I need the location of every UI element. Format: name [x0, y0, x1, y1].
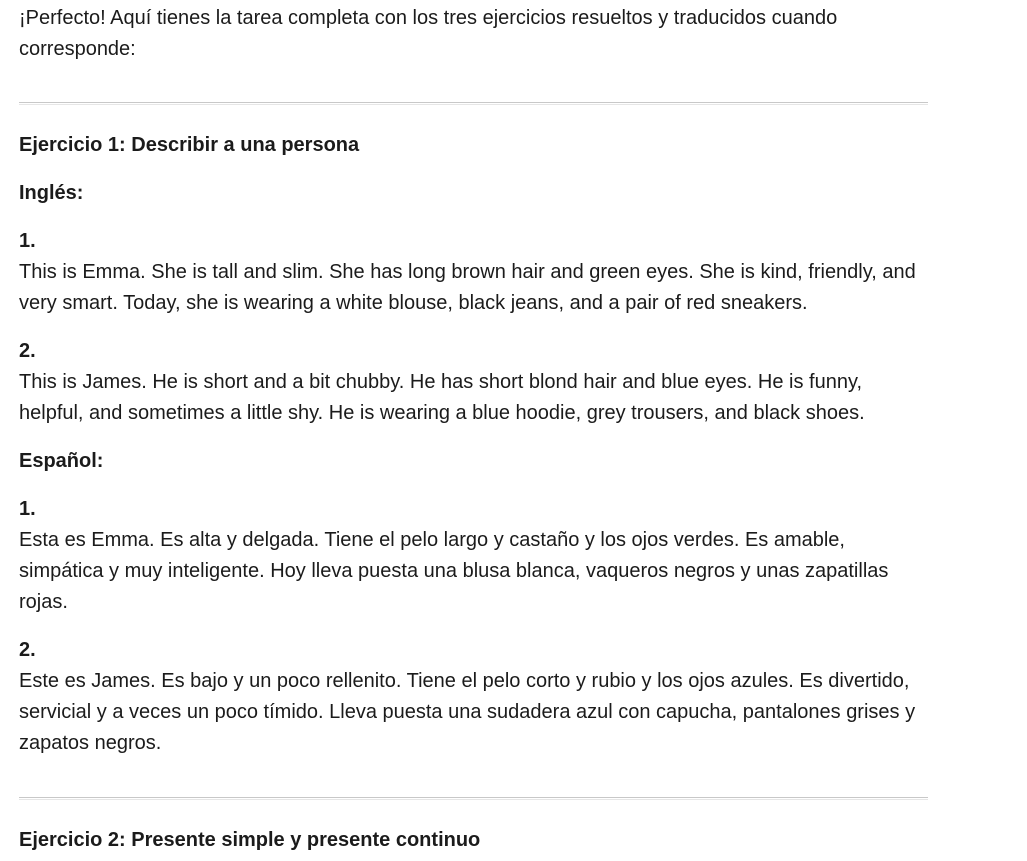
- section-divider: [19, 797, 928, 800]
- english-item-1: 1. This is Emma. She is tall and slim. S…: [19, 226, 929, 319]
- item-text: This is Emma. She is tall and slim. She …: [19, 261, 916, 314]
- english-item-2: 2. This is James. He is short and a bit …: [19, 336, 929, 429]
- exercise-1-title: Ejercicio 1: Describir a una persona: [19, 134, 360, 156]
- exercise-2-title: Ejercicio 2: Presente simple y presente …: [19, 829, 481, 851]
- item-text: This is James. He is short and a bit chu…: [19, 371, 865, 424]
- item-number: 1.: [19, 230, 36, 252]
- item-number: 2.: [19, 639, 36, 661]
- item-text: Esta es Emma. Es alta y delgada. Tiene e…: [19, 529, 889, 613]
- item-number: 2.: [19, 340, 36, 362]
- spanish-item-1: 1. Esta es Emma. Es alta y delgada. Tien…: [19, 494, 929, 618]
- document-content: ¡Perfecto! Aquí tienes la tarea completa…: [19, 3, 929, 856]
- section-divider: [19, 102, 928, 105]
- spanish-item-2: 2. Este es James. Es bajo y un poco rell…: [19, 635, 929, 759]
- english-label: Inglés:: [19, 182, 84, 204]
- item-number: 1.: [19, 498, 36, 520]
- intro-paragraph: ¡Perfecto! Aquí tienes la tarea completa…: [19, 7, 838, 60]
- spanish-label: Español:: [19, 450, 104, 472]
- item-text: Este es James. Es bajo y un poco relleni…: [19, 670, 916, 754]
